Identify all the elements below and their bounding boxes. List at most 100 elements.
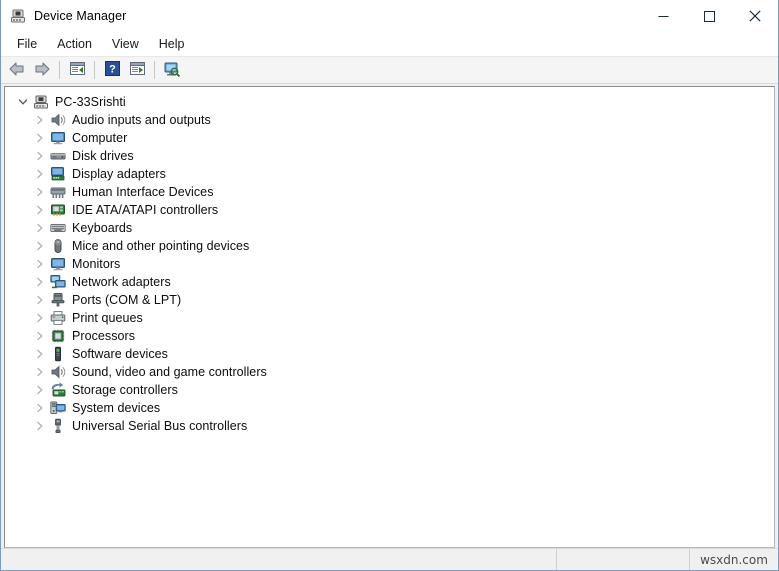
tree-node-row[interactable]: Human Interface Devices xyxy=(5,183,774,201)
watermark-text: wsxdn.com xyxy=(700,552,768,567)
toolbar-separator-1 xyxy=(59,61,60,79)
tree-node-label: Disk drives xyxy=(72,149,134,163)
tree-root-label: PC-33Srishti xyxy=(55,95,126,109)
software-device-icon xyxy=(50,346,66,362)
system-device-icon xyxy=(50,400,66,416)
chevron-right-icon[interactable] xyxy=(32,274,48,290)
menu-action[interactable]: Action xyxy=(47,35,102,54)
device-manager-window: Device Manager File Action View Help ? P… xyxy=(0,0,779,571)
status-pane-mid xyxy=(556,549,689,570)
chevron-down-icon[interactable] xyxy=(15,94,31,110)
properties-icon xyxy=(129,61,146,79)
hid-icon xyxy=(50,184,66,200)
tree-node-row[interactable]: Network adapters xyxy=(5,273,774,291)
tree-node-row[interactable]: Ports (COM & LPT) xyxy=(5,291,774,309)
toolbar: ? xyxy=(1,57,778,84)
forward-arrow-icon xyxy=(33,61,51,80)
storage-controller-icon xyxy=(50,382,66,398)
properties-button[interactable] xyxy=(125,59,149,81)
toolbar-separator-3 xyxy=(154,61,155,79)
tree-node-row[interactable]: Print queues xyxy=(5,309,774,327)
chevron-right-icon[interactable] xyxy=(32,184,48,200)
tree-node-label: Keyboards xyxy=(72,221,133,235)
tree-node-label: Monitors xyxy=(72,257,121,271)
tree-node-label: IDE ATA/ATAPI controllers xyxy=(72,203,219,217)
tree-node-label: Ports (COM & LPT) xyxy=(72,293,182,307)
tree-node-row[interactable]: Computer xyxy=(5,129,774,147)
chevron-right-icon[interactable] xyxy=(32,112,48,128)
chevron-right-icon[interactable] xyxy=(32,364,48,380)
tree-node-row[interactable]: Mice and other pointing devices xyxy=(5,237,774,255)
chevron-right-icon[interactable] xyxy=(32,238,48,254)
tree-node-label: Display adapters xyxy=(72,167,166,181)
toolbar-separator-2 xyxy=(94,61,95,79)
tree-node-label: Computer xyxy=(72,131,128,145)
status-pane-right: wsxdn.com xyxy=(689,549,778,570)
tree-node-label: Network adapters xyxy=(72,275,171,289)
tree-root-row[interactable]: PC-33Srishti xyxy=(5,93,774,111)
processor-icon xyxy=(50,328,66,344)
tree-node-label: Audio inputs and outputs xyxy=(72,113,211,127)
tree-node-row[interactable]: Monitors xyxy=(5,255,774,273)
window-title: Device Manager xyxy=(34,9,127,23)
chevron-right-icon[interactable] xyxy=(32,202,48,218)
mouse-icon xyxy=(50,238,66,254)
speaker-icon xyxy=(50,364,66,380)
menu-view[interactable]: View xyxy=(102,35,149,54)
scan-hardware-button[interactable] xyxy=(160,59,184,81)
tree-node-label: Sound, video and game controllers xyxy=(72,365,267,379)
tree-node-row[interactable]: Display adapters xyxy=(5,165,774,183)
content-area: PC-33Srishti Audio inputs and outputs Comp… xyxy=(1,84,778,548)
tree-node-label: Software devices xyxy=(72,347,168,361)
tree-node-row[interactable]: Disk drives xyxy=(5,147,774,165)
help-button[interactable]: ? xyxy=(100,59,124,81)
status-pane-main xyxy=(1,549,556,570)
chevron-right-icon[interactable] xyxy=(32,148,48,164)
computer-root-icon xyxy=(33,94,49,110)
close-button[interactable] xyxy=(732,0,778,32)
menu-file[interactable]: File xyxy=(7,35,47,54)
maximize-button[interactable] xyxy=(686,0,732,32)
network-adapter-icon xyxy=(50,274,66,290)
tree-node-row[interactable]: Audio inputs and outputs xyxy=(5,111,774,129)
display-adapter-icon xyxy=(50,166,66,182)
menu-bar: File Action View Help xyxy=(1,32,778,57)
chevron-right-icon[interactable] xyxy=(32,256,48,272)
tree-node-row[interactable]: Sound, video and game controllers xyxy=(5,363,774,381)
help-question-icon: ? xyxy=(104,61,120,79)
printer-icon xyxy=(50,310,66,326)
tree-node-row[interactable]: Keyboards xyxy=(5,219,774,237)
tree-node-row[interactable]: Software devices xyxy=(5,345,774,363)
chevron-right-icon[interactable] xyxy=(32,346,48,362)
chevron-right-icon[interactable] xyxy=(32,328,48,344)
chevron-right-icon[interactable] xyxy=(32,130,48,146)
chevron-right-icon[interactable] xyxy=(32,418,48,434)
chevron-right-icon[interactable] xyxy=(32,166,48,182)
forward-button[interactable] xyxy=(30,59,54,81)
tree-node-row[interactable]: Processors xyxy=(5,327,774,345)
minimize-button[interactable] xyxy=(640,0,686,32)
scan-for-changes-icon xyxy=(163,61,181,80)
tree-node-row[interactable]: System devices xyxy=(5,399,774,417)
chevron-right-icon[interactable] xyxy=(32,400,48,416)
back-button[interactable] xyxy=(5,59,29,81)
svg-text:?: ? xyxy=(109,64,116,76)
ide-controller-icon xyxy=(50,202,66,218)
tree-node-label: Universal Serial Bus controllers xyxy=(72,419,248,433)
tree-node-row[interactable]: IDE ATA/ATAPI controllers xyxy=(5,201,774,219)
monitor-icon xyxy=(50,256,66,272)
tree-node-label: Print queues xyxy=(72,311,143,325)
chevron-right-icon[interactable] xyxy=(32,220,48,236)
chevron-right-icon[interactable] xyxy=(32,382,48,398)
tree-node-label: Mice and other pointing devices xyxy=(72,239,250,253)
device-manager-icon xyxy=(10,8,26,24)
title-bar: Device Manager xyxy=(1,0,778,32)
disk-drive-icon xyxy=(50,148,66,164)
show-hide-console-tree-button[interactable] xyxy=(65,59,89,81)
tree-node-row[interactable]: Universal Serial Bus controllers xyxy=(5,417,774,435)
menu-help[interactable]: Help xyxy=(149,35,195,54)
tree-node-row[interactable]: Storage controllers xyxy=(5,381,774,399)
chevron-right-icon[interactable] xyxy=(32,292,48,308)
device-tree[interactable]: PC-33Srishti Audio inputs and outputs Comp… xyxy=(4,86,775,548)
chevron-right-icon[interactable] xyxy=(32,310,48,326)
